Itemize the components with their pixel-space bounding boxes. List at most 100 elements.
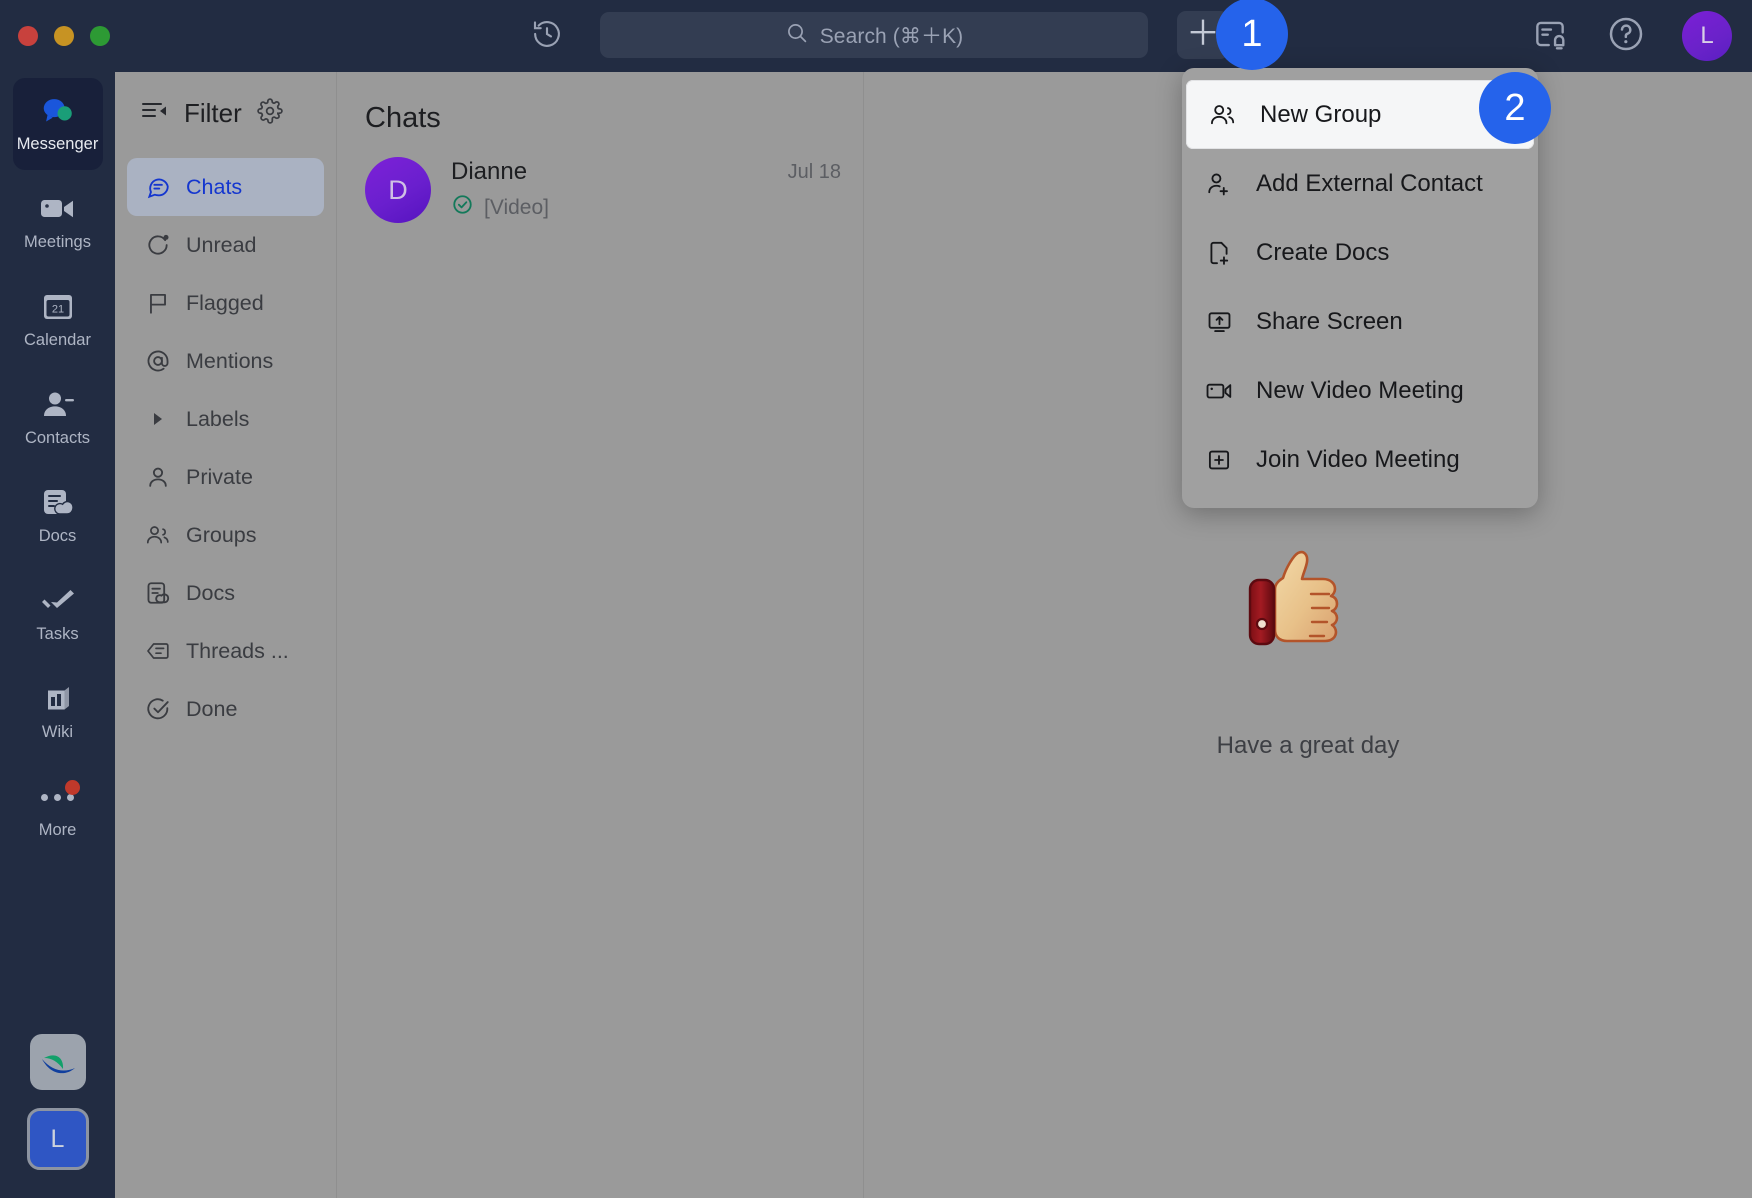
history-button[interactable] <box>525 14 569 58</box>
filter-item-flagged[interactable]: Flagged <box>127 274 324 332</box>
avatar: D <box>365 157 431 223</box>
menu-item-join-video-meeting[interactable]: Join Video Meeting <box>1182 425 1538 494</box>
filter-item-chats[interactable]: Chats <box>127 158 324 216</box>
filter-item-threads[interactable]: Threads ... <box>127 622 324 680</box>
filter-item-label: Chats <box>186 174 243 199</box>
filter-item-groups[interactable]: Groups <box>127 506 324 564</box>
rail-item-wiki[interactable]: Wiki <box>13 666 103 758</box>
list-item[interactable]: D Dianne [Video] Jul 18 <box>337 135 863 245</box>
step-badge-2: 2 <box>1479 72 1551 144</box>
zoom-window-button[interactable] <box>90 26 110 46</box>
chat-list-panel: Chats D Dianne [Video] Jul 18 <box>336 72 863 1198</box>
step-badge-1: 1 <box>1216 0 1288 70</box>
avatar-initial: D <box>388 174 408 205</box>
rail-label: Docs <box>38 527 77 545</box>
rail-item-meetings[interactable]: Meetings <box>13 176 103 268</box>
tasks-check-icon <box>40 584 76 618</box>
step-badge-1-label: 1 <box>1241 12 1263 55</box>
filter-item-label: Unread <box>186 232 257 257</box>
rail-user-initial: L <box>50 1124 65 1153</box>
filter-item-label: Done <box>186 696 238 721</box>
plus-icon: ＋ <box>1186 14 1220 53</box>
search-input[interactable]: Search (⌘＋K) <box>600 12 1148 58</box>
search-icon <box>785 21 809 50</box>
filter-icon <box>141 99 169 128</box>
avatar-initial: L <box>1700 22 1714 49</box>
rail-label: More <box>38 821 77 839</box>
app-window: Search (⌘＋K) ＋ L Messenger Meetings 21 C… <box>0 0 1752 1198</box>
menu-item-new-video-meeting[interactable]: New Video Meeting <box>1182 356 1538 425</box>
rail-label: Tasks <box>36 625 79 643</box>
more-dots-icon <box>41 779 80 814</box>
menu-item-label: Join Video Meeting <box>1256 445 1460 473</box>
menu-item-create-docs[interactable]: Create Docs <box>1182 218 1538 287</box>
filter-item-label: Labels <box>186 406 250 431</box>
gear-icon[interactable] <box>257 97 283 129</box>
thumbs-up-emoji <box>1242 542 1374 674</box>
filter-item-done[interactable]: Done <box>127 680 324 738</box>
rail-item-docs[interactable]: Docs <box>13 470 103 562</box>
notifications-button[interactable] <box>1530 16 1570 56</box>
menu-item-share-screen[interactable]: Share Screen <box>1182 287 1538 356</box>
rail-label: Messenger <box>16 135 99 153</box>
docs-cloud-icon <box>42 486 74 520</box>
flag-icon <box>145 290 171 316</box>
wiki-book-icon <box>43 682 73 716</box>
filter-item-docs[interactable]: Docs <box>127 564 324 622</box>
menu-item-label: New Video Meeting <box>1256 376 1464 404</box>
calendar-21-icon: 21 <box>42 290 74 324</box>
rail-item-calendar[interactable]: 21 Calendar <box>13 274 103 366</box>
video-camera-icon <box>40 192 76 226</box>
rail-item-tasks[interactable]: Tasks <box>13 568 103 660</box>
menu-item-add-external-contact[interactable]: Add External Contact <box>1182 149 1538 218</box>
rail-item-more[interactable]: More <box>13 764 103 856</box>
app-rail: Messenger Meetings 21 Calendar Contacts … <box>0 72 115 1198</box>
add-person-icon <box>1204 171 1234 197</box>
filter-header: Filter <box>115 72 336 154</box>
chat-preview: [Video] <box>451 193 768 222</box>
filter-item-label: Threads ... <box>186 638 289 663</box>
rail-item-messenger[interactable]: Messenger <box>12 78 103 170</box>
filter-item-labels[interactable]: Labels <box>127 390 324 448</box>
filter-item-label: Groups <box>186 522 257 547</box>
threads-icon <box>145 638 171 664</box>
menu-item-label: Create Docs <box>1256 238 1390 266</box>
title-bar: Search (⌘＋K) ＋ L <box>0 0 1752 72</box>
chat-date: Jul 18 <box>787 161 841 183</box>
rail-user-avatar[interactable]: L <box>26 1108 89 1170</box>
app-brand-logo[interactable] <box>29 1034 86 1090</box>
search-placeholder: Search (⌘＋K) <box>819 25 964 48</box>
share-screen-icon <box>1204 309 1234 335</box>
menu-item-label: Add External Contact <box>1256 169 1483 197</box>
rail-label: Contacts <box>24 429 91 447</box>
window-controls <box>18 26 110 46</box>
video-camera-icon <box>1204 378 1234 404</box>
filter-item-private[interactable]: Private <box>127 448 324 506</box>
done-check-icon <box>145 696 171 722</box>
rail-bottom: L <box>26 1034 89 1198</box>
group-people-icon <box>145 522 171 548</box>
notification-badge-dot <box>65 779 80 795</box>
filter-item-label: Private <box>186 464 253 489</box>
filter-item-mentions[interactable]: Mentions <box>127 332 324 390</box>
filter-item-unread[interactable]: Unread <box>127 216 324 274</box>
rail-label: Meetings <box>24 233 91 251</box>
unread-dot-icon <box>145 232 171 258</box>
user-avatar[interactable]: L <box>1682 11 1732 61</box>
messenger-bubbles-icon <box>39 94 77 128</box>
create-doc-icon <box>1204 240 1234 266</box>
close-window-button[interactable] <box>18 26 38 46</box>
new-group-icon <box>1208 102 1238 128</box>
chevron-right-icon <box>145 411 171 427</box>
contacts-person-icon <box>41 388 75 422</box>
at-sign-icon <box>145 348 171 374</box>
new-item-dropdown-menu: New Group Add External Contact Create Do… <box>1182 68 1538 508</box>
minimize-window-button[interactable] <box>54 26 74 46</box>
history-clock-icon <box>531 18 563 55</box>
filter-item-label: Flagged <box>186 290 264 315</box>
rail-label: Calendar <box>24 331 91 349</box>
rail-item-contacts[interactable]: Contacts <box>13 372 103 464</box>
filter-items: Chats Unread Flagged Mentions Labels Pri… <box>115 154 336 738</box>
filter-item-label: Mentions <box>186 348 274 373</box>
help-button[interactable] <box>1606 16 1646 56</box>
